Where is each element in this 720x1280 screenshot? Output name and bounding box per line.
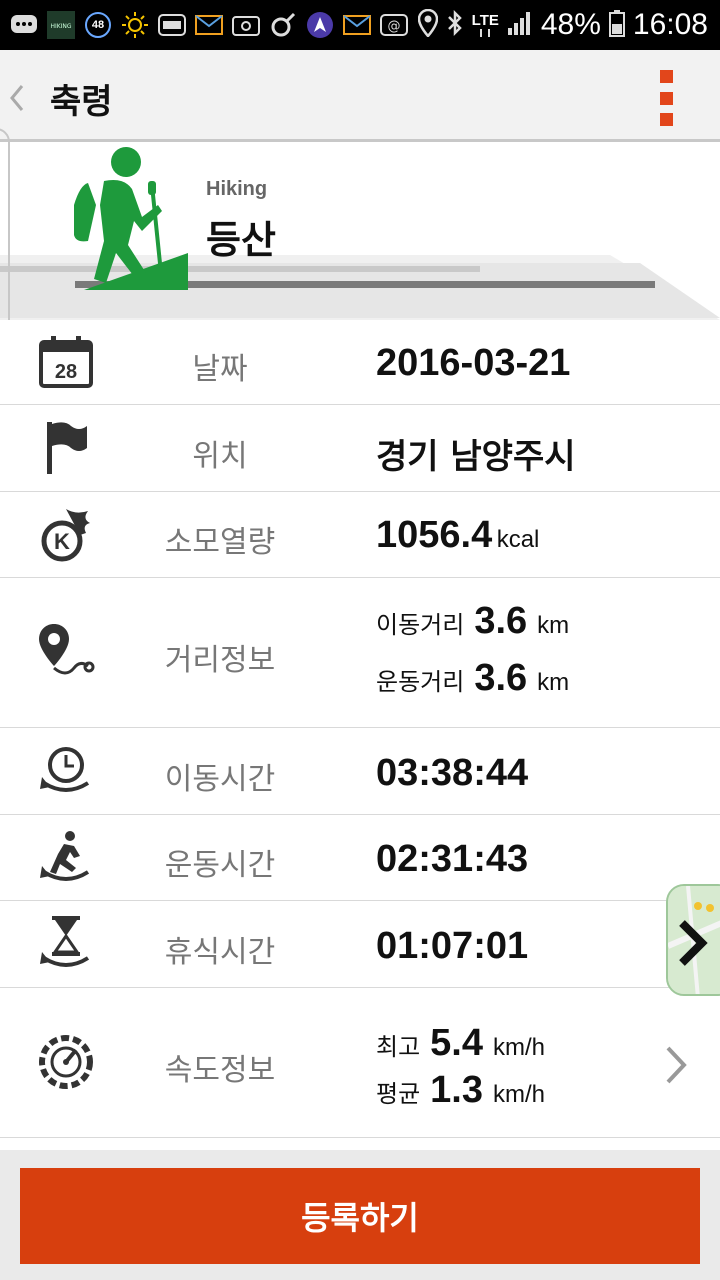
- calories-label: 소모열량: [164, 525, 276, 560]
- calendar-icon: 28: [30, 326, 102, 398]
- distance-pin-icon: [30, 616, 102, 688]
- clock: 16:08: [632, 8, 708, 41]
- chat-icon: [10, 11, 38, 39]
- exercise-distance-line: 운동거리 3.6 km: [376, 657, 569, 700]
- camera-mail-icon: [232, 11, 260, 39]
- calorie-fire-icon: K: [30, 499, 102, 571]
- max-speed-value: 5.4: [430, 1022, 483, 1064]
- calories-value: 1056.4: [376, 514, 493, 556]
- move-time-row: 이동시간 03:38:44: [0, 728, 720, 815]
- avg-speed-label: 평균: [376, 1080, 421, 1108]
- menu-dot: [659, 113, 673, 126]
- signal-icon: [507, 10, 533, 41]
- weather-sun-icon: [121, 11, 149, 39]
- exercise-distance-unit: km: [537, 669, 570, 696]
- band-app-icon: [158, 11, 186, 39]
- move-distance-value: 3.6: [474, 600, 528, 642]
- map-open-arrow-icon[interactable]: [672, 915, 712, 971]
- location-icon: [417, 8, 438, 42]
- battery-icon: [608, 9, 625, 42]
- nav-app-icon: [306, 11, 334, 39]
- bluetooth-icon: [446, 9, 464, 42]
- page-title: 축령: [50, 82, 113, 122]
- exercise-distance-value: 3.6: [474, 657, 528, 699]
- system-status: LTE 48% 16:08: [417, 0, 708, 50]
- avg-speed-line: 평균 1.3 km/h: [376, 1069, 545, 1112]
- at-mail-icon: @: [380, 11, 408, 39]
- lte-text: LTE: [471, 11, 499, 29]
- calendar-day-text: 28: [55, 361, 77, 383]
- location-value: 경기 남양주시: [376, 437, 576, 477]
- mail-icon: [195, 11, 223, 39]
- distance-label: 거리정보: [164, 643, 276, 678]
- badge-count-text: 48: [91, 19, 105, 31]
- date-row: 28 날짜 2016-03-21: [0, 320, 720, 405]
- register-button[interactable]: 등록하기: [20, 1168, 700, 1264]
- svg-text:K: K: [54, 529, 70, 554]
- max-speed-unit: km/h: [493, 1034, 546, 1061]
- distance-values: 이동거리 3.6 km 운동거리 3.6 km: [376, 600, 569, 700]
- svg-text:@: @: [388, 19, 401, 34]
- max-speed-line: 최고 5.4 km/h: [376, 1022, 545, 1065]
- app-bar: 축령: [0, 50, 720, 142]
- rest-time-row: 휴식시간 01:07:01: [0, 901, 720, 988]
- back-button[interactable]: [6, 78, 28, 118]
- move-distance-line: 이동거리 3.6 km: [376, 600, 569, 643]
- max-speed-label: 최고: [376, 1033, 421, 1061]
- exercise-time-label: 운동시간: [164, 848, 276, 883]
- avg-speed-unit: km/h: [493, 1081, 546, 1108]
- date-label: 날짜: [192, 352, 248, 387]
- hourglass-cycle-icon: [30, 908, 102, 980]
- move-distance-unit: km: [537, 612, 570, 639]
- exercise-time-value: 02:31:43: [376, 838, 529, 880]
- activity-header: Hiking 등산: [0, 145, 720, 320]
- calories-unit: kcal: [496, 526, 540, 553]
- move-time-value: 03:38:44: [376, 752, 529, 794]
- exercise-time-row: 운동시간 02:31:43: [0, 815, 720, 901]
- lte-indicator: LTE: [472, 13, 499, 38]
- speed-values: 최고 5.4 km/h 평균 1.3 km/h: [376, 1022, 545, 1112]
- activity-title: 등산: [206, 218, 276, 262]
- speed-label: 속도정보: [164, 1053, 276, 1088]
- date-value: 2016-03-21: [376, 342, 571, 384]
- clock-cycle-icon: [30, 735, 102, 807]
- location-label: 위치: [192, 439, 248, 474]
- hiking-app-icon: HIKING: [47, 11, 75, 39]
- overflow-menu-button[interactable]: [652, 70, 680, 126]
- runner-cycle-icon: [30, 822, 102, 894]
- rest-time-value: 01:07:01: [376, 925, 529, 967]
- avg-speed-value: 1.3: [430, 1069, 483, 1111]
- chevron-left-icon: [10, 85, 24, 111]
- exercise-distance-label: 운동거리: [376, 668, 465, 696]
- calories-value-group: 1056.4 kcal: [376, 514, 539, 557]
- hiker-icon: [74, 147, 188, 290]
- battery-percent: 48%: [540, 8, 601, 41]
- speedometer-icon: [30, 1026, 102, 1098]
- move-distance-label: 이동거리: [376, 611, 465, 639]
- move-time-label: 이동시간: [164, 762, 276, 797]
- rest-time-label: 휴식시간: [164, 935, 276, 970]
- svg-text:HIKING: HIKING: [50, 23, 71, 30]
- flag-icon: [30, 412, 102, 484]
- mail-icon-2: [343, 11, 371, 39]
- speed-row[interactable]: 속도정보 최고 5.4 km/h 평균 1.3 km/h: [0, 988, 720, 1138]
- location-row: 위치 경기 남양주시: [0, 405, 720, 492]
- gender-icon: [269, 11, 297, 39]
- distance-row: 거리정보 이동거리 3.6 km 운동거리 3.6 km: [0, 578, 720, 728]
- notification-icons: HIKING 48 @: [10, 8, 408, 42]
- calories-row: K 소모열량 1056.4 kcal: [0, 492, 720, 578]
- badge-count-icon: 48: [84, 11, 112, 39]
- chevron-right-icon[interactable]: [660, 1040, 690, 1090]
- menu-dot: [659, 91, 673, 105]
- activity-subtitle: Hiking: [206, 178, 268, 200]
- status-bar: HIKING 48 @ LTE 48% 16:08: [0, 0, 720, 50]
- menu-dot: [659, 70, 673, 83]
